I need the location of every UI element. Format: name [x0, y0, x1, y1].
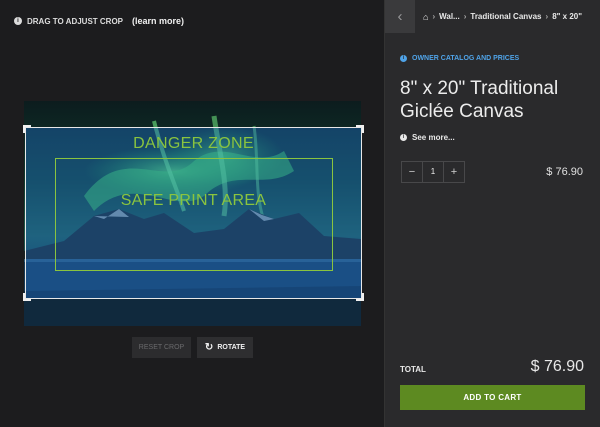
info-icon: i	[400, 55, 407, 62]
danger-zone-label: DANGER ZONE	[133, 135, 254, 152]
safe-print-area	[55, 158, 333, 271]
breadcrumb-item-current: 8" x 20"	[552, 12, 583, 21]
crop-corner-handle[interactable]	[23, 293, 31, 301]
crop-corner-handle[interactable]	[23, 125, 31, 133]
quantity-input[interactable]: 1	[422, 162, 444, 182]
add-to-cart-button[interactable]: ADD TO CART	[400, 385, 585, 410]
rotate-icon: ↻	[204, 342, 214, 353]
panel-topbar: ‹ ⌂ › Wal... › Traditional Canvas › 8" x…	[385, 0, 600, 33]
crop-hint-text: DRAG TO ADJUST CROP	[27, 16, 124, 26]
home-icon[interactable]: ⌂	[423, 12, 428, 22]
see-more-link[interactable]: i See more...	[400, 133, 455, 142]
owner-catalog-label: OWNER CATALOG AND PRICES	[412, 55, 520, 62]
rotate-label: ROTATE	[217, 344, 246, 351]
plus-icon[interactable]: +	[444, 162, 464, 182]
total-label: TOTAL	[400, 365, 426, 374]
crop-frame[interactable]: DANGER ZONE SAFE PRINT AREA	[23, 125, 364, 301]
editor-actions: RESET CROP ↻ ROTATE	[132, 337, 253, 358]
safe-print-area-label: SAFE PRINT AREA	[120, 192, 267, 209]
quantity-stepper: − 1 +	[401, 161, 465, 183]
learn-more-link[interactable]: (learn more)	[132, 16, 184, 26]
breadcrumb-separator: ›	[463, 12, 467, 21]
unit-price: $ 76.90	[546, 166, 583, 178]
crop-corner-handle[interactable]	[356, 125, 364, 133]
see-more-label: See more...	[412, 133, 455, 142]
breadcrumb-item[interactable]: Traditional Canvas	[470, 12, 541, 21]
reset-crop-button[interactable]: RESET CROP	[132, 337, 191, 358]
total-value: $ 76.90	[530, 358, 584, 375]
back-button[interactable]: ‹	[385, 0, 415, 33]
crop-editor: i DRAG TO ADJUST CROP (learn more) DANGE…	[0, 0, 384, 427]
minus-icon[interactable]: −	[402, 162, 422, 182]
product-title: 8" x 20" Traditional Giclée Canvas	[400, 78, 559, 122]
info-icon: i	[400, 134, 407, 141]
product-panel: ‹ ⌂ › Wal... › Traditional Canvas › 8" x…	[384, 0, 600, 427]
crop-hint: i DRAG TO ADJUST CROP (learn more)	[14, 16, 184, 26]
owner-catalog-link[interactable]: i OWNER CATALOG AND PRICES	[400, 55, 519, 62]
rotate-button[interactable]: ↻ ROTATE	[197, 337, 253, 358]
crop-corner-handle[interactable]	[356, 293, 364, 301]
info-icon: i	[14, 17, 22, 25]
breadcrumb: ⌂ › Wal... › Traditional Canvas › 8" x 2…	[415, 12, 582, 22]
breadcrumb-separator: ›	[432, 12, 436, 21]
back-chevron-icon: ‹	[397, 8, 403, 25]
breadcrumb-item[interactable]: Wal...	[439, 12, 460, 21]
breadcrumb-separator: ›	[545, 12, 549, 21]
